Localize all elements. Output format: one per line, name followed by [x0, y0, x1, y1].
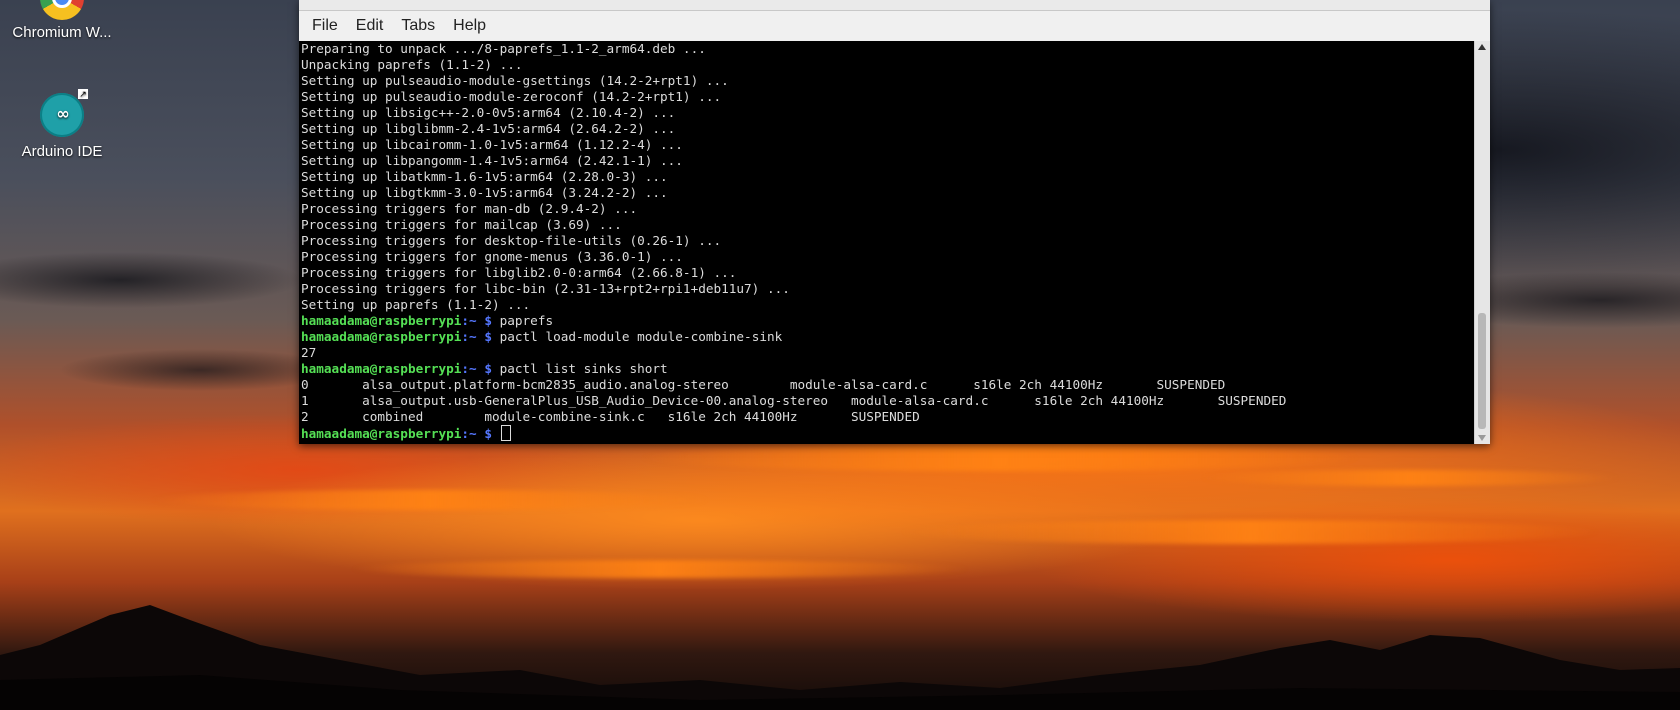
- window-titlebar[interactable]: [299, 0, 1490, 11]
- terminal-output-line: 2 combined module-combine-sink.c s16le 2…: [301, 409, 920, 424]
- terminal-output-line: Setting up pulseaudio-module-gsettings (…: [301, 73, 729, 88]
- desktop-icon-arduino[interactable]: ∞ ↗ Arduino IDE: [2, 89, 122, 160]
- text-cursor: [500, 425, 511, 441]
- terminal-output-line: 27: [301, 345, 317, 360]
- prompt-user: hamaadama@raspberrypi: [301, 426, 462, 441]
- terminal-lines: Preparing to unpack .../8-paprefs_1.1-2_…: [299, 41, 1475, 441]
- prompt-path: :~ $: [461, 426, 492, 441]
- wallpaper-streak: [900, 520, 1600, 544]
- terminal-output-line: Processing triggers for libglib2.0-0:arm…: [301, 265, 737, 280]
- wallpaper-streak: [150, 490, 710, 510]
- vertical-scrollbar[interactable]: [1474, 41, 1490, 444]
- terminal-output-line: Setting up paprefs (1.1-2) ...: [301, 297, 531, 312]
- command-text: paprefs: [491, 313, 554, 328]
- terminal-output-line: Setting up libatkmm-1.6-1v5:arm64 (2.28.…: [301, 169, 668, 184]
- prompt-user: hamaadama@raspberrypi: [301, 329, 462, 344]
- scroll-down-arrow-icon[interactable]: [1478, 435, 1486, 441]
- terminal-command-line: hamaadama@raspberrypi:~ $ paprefs: [301, 313, 1475, 329]
- desktop-icon-chromium[interactable]: Chromium W...: [2, 0, 122, 41]
- menu-help[interactable]: Help: [444, 11, 495, 41]
- menu-bar: File Edit Tabs Help: [299, 11, 1490, 42]
- terminal-output-line: 0 alsa_output.platform-bcm2835_audio.ana…: [301, 377, 1226, 392]
- wallpaper-streak: [640, 445, 1360, 471]
- terminal-output-line: 1 alsa_output.usb-GeneralPlus_USB_Audio_…: [301, 393, 1287, 408]
- mountains-silhouette: [0, 605, 1680, 710]
- terminal-window[interactable]: File Edit Tabs Help Preparing to unpack …: [299, 0, 1490, 444]
- prompt-path: :~ $: [461, 313, 492, 328]
- menu-file[interactable]: File: [303, 11, 347, 41]
- menu-tabs[interactable]: Tabs: [392, 11, 444, 41]
- terminal-output-line: Setting up pulseaudio-module-zeroconf (1…: [301, 89, 722, 104]
- command-text: pactl list sinks short: [491, 361, 668, 376]
- arduino-icon: ∞ ↗: [40, 89, 88, 137]
- terminal-output-line: Processing triggers for gnome-menus (3.3…: [301, 249, 683, 264]
- terminal-command-line: hamaadama@raspberrypi:~ $ pactl list sin…: [301, 361, 1475, 377]
- prompt-user: hamaadama@raspberrypi: [301, 313, 462, 328]
- terminal-output-line: Setting up libgtkmm-3.0-1v5:arm64 (3.24.…: [301, 185, 668, 200]
- terminal-output-line: Processing triggers for man-db (2.9.4-2)…: [301, 201, 638, 216]
- terminal-command-line: hamaadama@raspberrypi:~ $ pactl load-mod…: [301, 329, 1475, 345]
- chromium-icon: [40, 0, 84, 20]
- terminal-output-line: Unpacking paprefs (1.1-2) ...: [301, 57, 523, 72]
- desktop-icon-label: Chromium W...: [12, 24, 112, 41]
- desktop-icon-label: Arduino IDE: [21, 143, 103, 160]
- arduino-glyph: ∞: [56, 104, 69, 123]
- terminal-output-line: Processing triggers for libc-bin (2.31-1…: [301, 281, 790, 296]
- command-input[interactable]: [492, 426, 500, 441]
- prompt-user: hamaadama@raspberrypi: [301, 361, 462, 376]
- terminal-output-line: Processing triggers for mailcap (3.69) .…: [301, 217, 622, 232]
- terminal-output-line: Setting up libcairomm-1.0-1v5:arm64 (1.1…: [301, 137, 683, 152]
- menu-edit[interactable]: Edit: [347, 11, 393, 41]
- terminal-output-line: Setting up libglibmm-2.4-1v5:arm64 (2.64…: [301, 121, 676, 136]
- terminal-output[interactable]: Preparing to unpack .../8-paprefs_1.1-2_…: [299, 41, 1475, 444]
- terminal-output-line: Processing triggers for desktop-file-uti…: [301, 233, 722, 248]
- command-text: pactl load-module module-combine-sink: [491, 329, 783, 344]
- shortcut-arrow-icon: ↗: [78, 89, 88, 99]
- prompt-path: :~ $: [461, 329, 492, 344]
- terminal-output-line: Preparing to unpack .../8-paprefs_1.1-2_…: [301, 41, 706, 56]
- wallpaper-streak: [1200, 470, 1620, 486]
- terminal-output-line: Setting up libsigc++-2.0-0v5:arm64 (2.10…: [301, 105, 676, 120]
- terminal-output-line: Setting up libpangomm-1.4-1v5:arm64 (2.4…: [301, 153, 683, 168]
- scroll-thumb[interactable]: [1478, 313, 1486, 429]
- scroll-up-arrow-icon[interactable]: [1478, 44, 1486, 50]
- terminal-command-line: hamaadama@raspberrypi:~ $: [301, 425, 1475, 441]
- prompt-path: :~ $: [461, 361, 492, 376]
